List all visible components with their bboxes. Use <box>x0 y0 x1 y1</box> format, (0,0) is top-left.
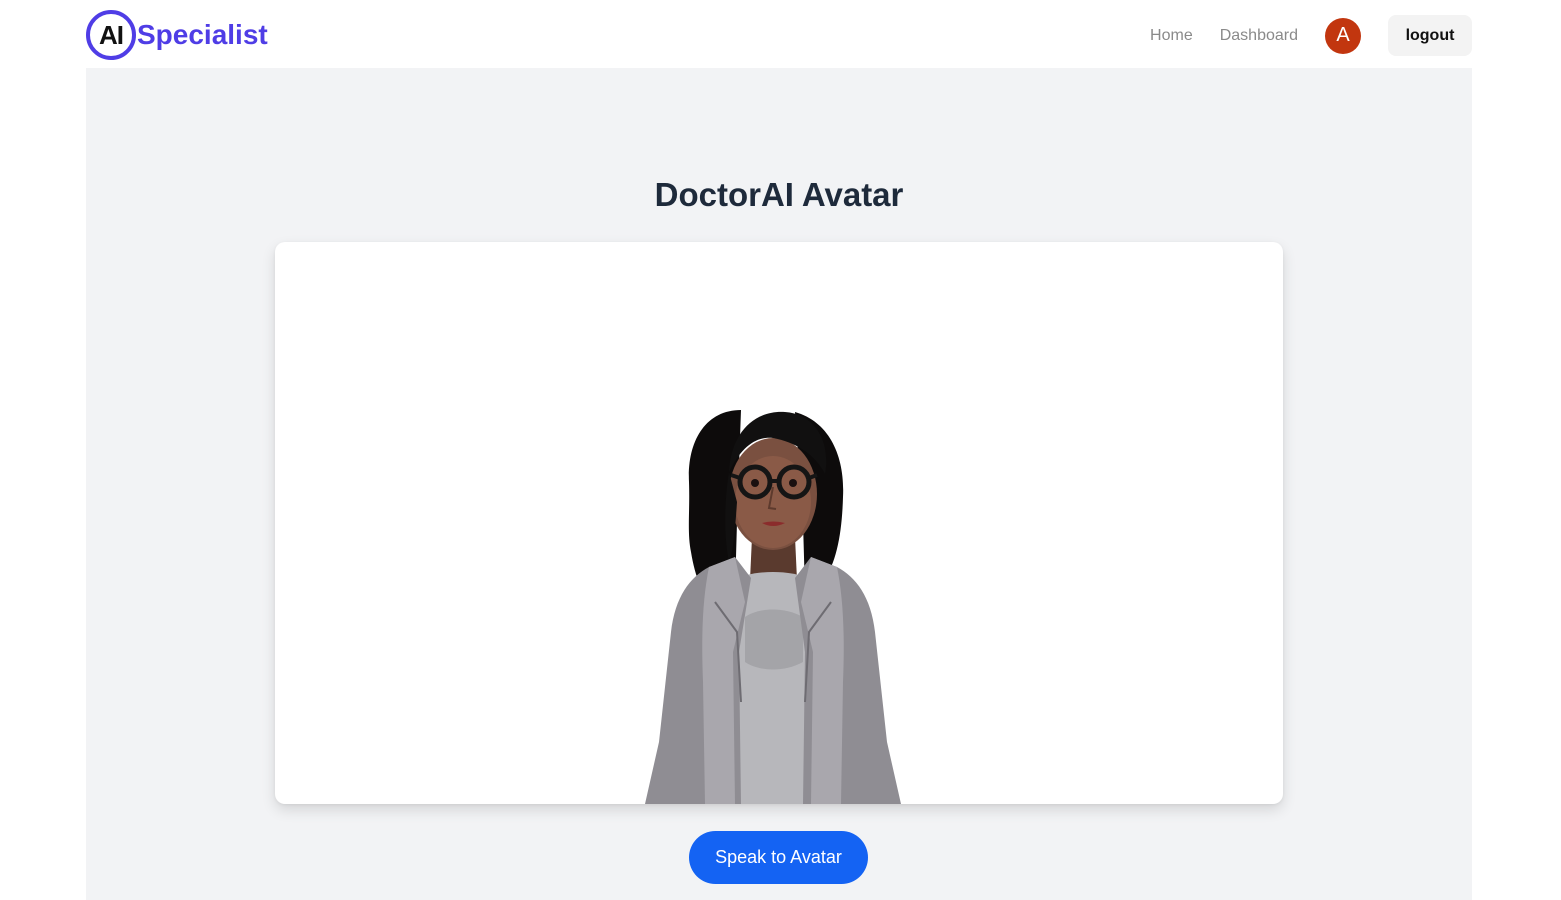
logo-mark: AI <box>99 19 124 50</box>
speak-to-avatar-button[interactable]: Speak to Avatar <box>689 831 868 884</box>
logo-text: Specialist <box>137 19 268 50</box>
top-navbar: AI Specialist Home Dashboard A logout <box>86 0 1472 68</box>
main-content: DoctorAI Avatar Speak to Avatar <box>86 68 1472 900</box>
user-avatar[interactable]: A <box>1325 17 1361 54</box>
logout-button[interactable]: logout <box>1388 15 1472 56</box>
user-initial: A <box>1336 24 1350 46</box>
logo-circle-icon: AI <box>86 10 136 60</box>
page-title: DoctorAI Avatar <box>654 176 904 213</box>
nav-dashboard-link[interactable]: Dashboard <box>1220 27 1298 45</box>
doctor-avatar-figure <box>645 410 901 804</box>
avatar-canvas[interactable] <box>275 242 1283 804</box>
brand-logo[interactable]: AI Specialist <box>86 10 268 60</box>
main-nav: Home Dashboard A logout <box>1150 15 1472 56</box>
nav-home-link[interactable]: Home <box>1150 27 1193 45</box>
page: AI Specialist Home Dashboard A logout Do… <box>0 0 1561 900</box>
